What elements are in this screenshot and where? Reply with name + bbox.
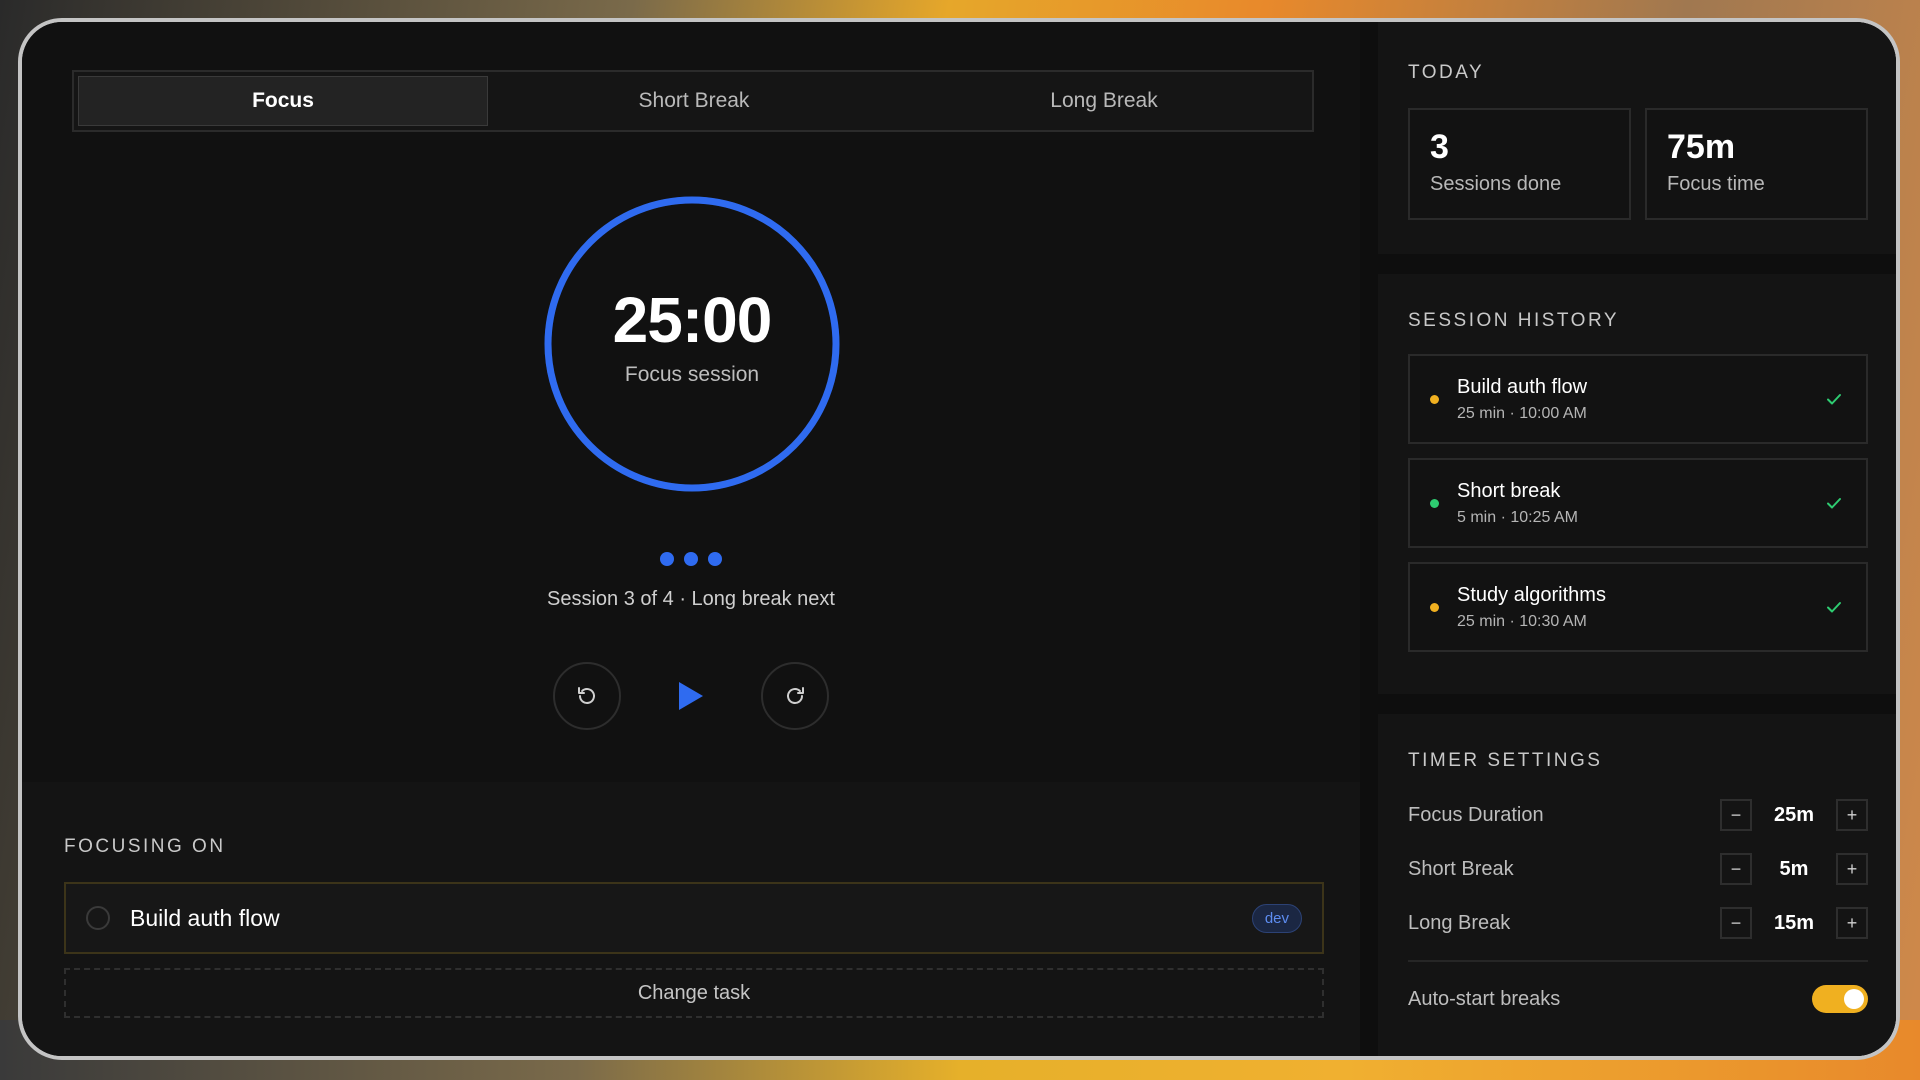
mode-tabs: Focus Short Break Long Break [72, 70, 1314, 132]
skip-icon [787, 687, 804, 704]
toggle-knob [1844, 989, 1864, 1009]
today-title: TODAY [1408, 62, 1485, 83]
reset-button[interactable] [553, 662, 621, 730]
task-tag-badge: dev [1251, 903, 1302, 933]
history-item-title: Build auth flow [1457, 375, 1588, 398]
history-item-meta: 5 min · 10:25 AM [1457, 508, 1578, 526]
increment-button[interactable]: + [1836, 799, 1868, 831]
play-icon [679, 682, 703, 710]
check-icon [1827, 602, 1841, 613]
setting-label: Focus Duration [1408, 803, 1544, 826]
session-dot [684, 552, 698, 566]
tab-long-break[interactable]: Long Break [900, 76, 1308, 126]
stepper-value: 5m [1779, 857, 1809, 880]
history-list: Build auth flow 25 min · 10:00 AM Short … [1408, 354, 1868, 652]
setting-focus-duration: Focus Duration − 25m + [1408, 788, 1868, 842]
focus-duration-stepper: − 25m + [1720, 799, 1868, 831]
session-dots [22, 552, 1360, 566]
increment-button[interactable]: + [1836, 853, 1868, 885]
stat-sessions: 3 Sessions done [1408, 108, 1631, 220]
setting-long-break: Long Break − 15m + [1408, 896, 1868, 950]
play-button[interactable] [657, 662, 725, 730]
setting-auto-start: Auto-start breaks [1408, 972, 1868, 1026]
stepper-value: 25m [1773, 803, 1815, 826]
history-item-meta: 25 min · 10:30 AM [1457, 612, 1587, 630]
status-dot [1430, 602, 1439, 612]
skip-button[interactable] [761, 662, 829, 730]
reset-icon [578, 687, 595, 704]
timer-panel: Focus Short Break Long Break 25:00 Focus… [22, 22, 1360, 782]
increment-button[interactable]: + [1836, 907, 1868, 939]
main-column: Focus Short Break Long Break 25:00 Focus… [22, 22, 1360, 1056]
history-item-title: Study algorithms [1457, 583, 1606, 606]
check-icon [1827, 394, 1841, 405]
session-history-card: SESSION HISTORY Build auth flow 25 min ·… [1378, 274, 1896, 694]
history-item[interactable]: Build auth flow 25 min · 10:00 AM [1408, 354, 1868, 444]
history-item-meta: 25 min · 10:00 AM [1457, 404, 1587, 422]
timer-controls [22, 662, 1360, 730]
tab-focus[interactable]: Focus [78, 76, 488, 126]
history-item[interactable]: Study algorithms 25 min · 10:30 AM [1408, 562, 1868, 652]
tab-short-break[interactable]: Short Break [490, 76, 898, 126]
stat-focus-time: 75m Focus time [1645, 108, 1868, 220]
task-name: Build auth flow [130, 904, 280, 931]
setting-short-break: Short Break − 5m + [1408, 842, 1868, 896]
divider [1408, 960, 1868, 962]
short-break-stepper: − 5m + [1720, 853, 1868, 885]
timer-settings-card: TIMER SETTINGS Focus Duration − 25m + Sh… [1378, 714, 1896, 1056]
status-dot [1430, 394, 1439, 404]
app-window: Focus Short Break Long Break 25:00 Focus… [18, 18, 1900, 1060]
setting-label: Short Break [1408, 857, 1514, 880]
today-card: TODAY 3 Sessions done 75m Focus time [1378, 22, 1896, 254]
settings-title: TIMER SETTINGS [1408, 750, 1603, 771]
check-icon [1827, 498, 1841, 509]
stat-label: Focus time [1667, 173, 1765, 195]
auto-start-toggle[interactable] [1812, 985, 1868, 1013]
stat-value: 3 [1430, 128, 1449, 166]
timer-display: 25:00 [612, 284, 773, 356]
history-item[interactable]: Short break 5 min · 10:25 AM [1408, 458, 1868, 548]
stat-label: Sessions done [1430, 173, 1562, 195]
timer-ring: 25:00 Focus session [542, 194, 842, 494]
current-task[interactable]: Build auth flow dev [64, 882, 1324, 954]
history-title: SESSION HISTORY [1408, 310, 1620, 331]
focusing-title: FOCUSING ON [64, 836, 226, 857]
stat-value: 75m [1667, 128, 1736, 166]
session-info: Session 3 of 4 · Long break next [547, 588, 835, 610]
timer-subtitle: Focus session [624, 363, 760, 386]
decrement-button[interactable]: − [1720, 907, 1752, 939]
task-radio[interactable] [86, 906, 110, 930]
setting-label: Long Break [1408, 911, 1511, 934]
session-dot [660, 552, 674, 566]
session-dot [708, 552, 722, 566]
stepper-value: 15m [1773, 911, 1815, 934]
long-break-stepper: − 15m + [1720, 907, 1868, 939]
decrement-button[interactable]: − [1720, 853, 1752, 885]
status-dot [1430, 498, 1439, 508]
setting-label: Auto-start breaks [1408, 987, 1561, 1010]
today-stats: 3 Sessions done 75m Focus time [1408, 108, 1868, 220]
decrement-button[interactable]: − [1720, 799, 1752, 831]
focusing-panel: FOCUSING ON Build auth flow dev Change t… [22, 804, 1360, 1056]
sidebar: TODAY 3 Sessions done 75m Focus time SES… [1360, 22, 1896, 1056]
history-item-title: Short break [1457, 479, 1561, 502]
change-task-button[interactable]: Change task [64, 968, 1324, 1018]
